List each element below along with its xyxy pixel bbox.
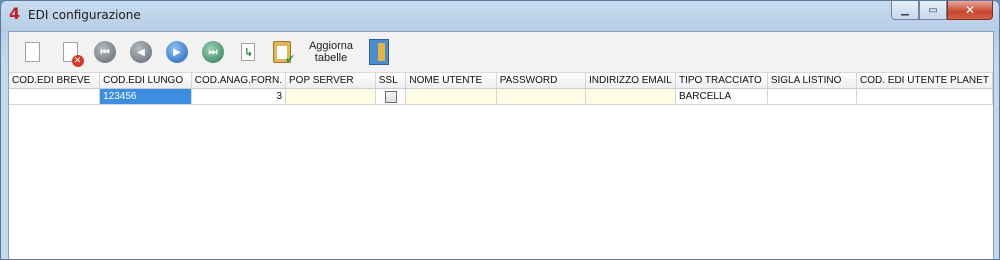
ssl-cell[interactable] xyxy=(375,88,407,105)
delete-document-icon: ✕ xyxy=(62,42,84,67)
column-header[interactable]: PASSWORD xyxy=(496,73,586,89)
first-record-icon: ⏮ xyxy=(94,41,116,63)
delete-record-button[interactable]: ✕ xyxy=(57,37,84,67)
table-row: 123456 3 BARCELLA xyxy=(9,88,993,105)
client-area: ✕ ⏮ ◀ ▶ ⏭ ↳ ✔ Aggiorna tabelle COD.EDI B… xyxy=(8,31,994,259)
aggiorna-label-line1: Aggiorna xyxy=(308,40,354,52)
column-header[interactable]: COD. EDI UTENTE PLANET xyxy=(856,73,993,89)
clipboard-check-icon: ✔ xyxy=(273,41,295,66)
pop-server-cell[interactable] xyxy=(285,88,376,105)
exit-door-icon xyxy=(369,39,389,65)
first-record-button[interactable]: ⏮ xyxy=(92,37,118,67)
password-cell[interactable] xyxy=(496,88,586,105)
document-arrow-icon: ↳ xyxy=(241,43,255,61)
indirizzo-email-cell[interactable] xyxy=(585,88,676,105)
last-record-button[interactable]: ⏭ xyxy=(200,37,226,67)
column-header[interactable]: SIGLA LISTINO xyxy=(767,73,858,89)
column-header[interactable]: COD.ANAG.FORN. xyxy=(191,73,287,89)
header-row: COD.EDI BREVE COD.EDI LUNGO COD.ANAG.FOR… xyxy=(9,73,993,89)
nome-utente-cell[interactable] xyxy=(405,88,497,105)
ssl-checkbox[interactable] xyxy=(384,90,397,103)
confirm-button[interactable]: ✔ xyxy=(269,37,295,67)
window-title: EDI configurazione xyxy=(28,8,141,22)
sigla-listino-cell[interactable] xyxy=(767,88,858,105)
export-button[interactable]: ↳ xyxy=(237,37,259,67)
new-record-button[interactable] xyxy=(21,37,43,67)
cod-edi-breve-cell[interactable] xyxy=(9,88,101,105)
new-document-icon xyxy=(24,42,40,62)
minimize-button[interactable]: ▁ xyxy=(891,1,919,20)
tipo-tracciato-cell[interactable]: BARCELLA xyxy=(675,88,768,105)
maximize-button[interactable]: ▭ xyxy=(919,1,947,20)
cod-anag-forn-cell[interactable]: 3 xyxy=(191,88,287,105)
title-bar: 4 EDI configurazione ▁ ▭ ✕ xyxy=(1,1,999,31)
column-header[interactable]: COD.EDI LUNGO xyxy=(99,73,192,89)
column-header[interactable]: POP SERVER xyxy=(285,73,376,89)
column-header[interactable]: SSL xyxy=(375,73,407,89)
data-grid: COD.EDI BREVE COD.EDI LUNGO COD.ANAG.FOR… xyxy=(9,73,993,259)
window-controls: ▁ ▭ ✕ xyxy=(891,1,993,20)
column-header[interactable]: TIPO TRACCIATO xyxy=(675,73,768,89)
exit-button[interactable] xyxy=(366,37,392,67)
last-record-icon: ⏭ xyxy=(202,41,224,63)
column-header[interactable]: INDIRIZZO EMAIL xyxy=(585,73,676,89)
next-record-icon: ▶ xyxy=(166,41,188,63)
next-record-button[interactable]: ▶ xyxy=(164,37,190,67)
previous-record-button[interactable]: ◀ xyxy=(128,37,154,67)
column-header[interactable]: NOME UTENTE xyxy=(405,73,497,89)
close-button[interactable]: ✕ xyxy=(947,1,993,20)
cod-edi-utente-planet-cell[interactable] xyxy=(856,88,993,105)
column-header[interactable]: COD.EDI BREVE xyxy=(9,73,101,89)
cod-edi-lungo-cell[interactable]: 123456 xyxy=(99,88,192,105)
edi-config-window: 4 EDI configurazione ▁ ▭ ✕ ✕ ⏮ ◀ ▶ ⏭ ↳ ✔… xyxy=(0,0,1000,260)
aggiorna-label-line2: tabelle xyxy=(314,52,348,64)
app-logo-icon: 4 xyxy=(9,4,21,23)
aggiorna-tabelle-button[interactable]: Aggiorna tabelle xyxy=(301,37,361,67)
edi-table: COD.EDI BREVE COD.EDI LUNGO COD.ANAG.FOR… xyxy=(9,73,993,105)
toolbar: ✕ ⏮ ◀ ▶ ⏭ ↳ ✔ Aggiorna tabelle xyxy=(9,32,993,73)
previous-record-icon: ◀ xyxy=(130,41,152,63)
